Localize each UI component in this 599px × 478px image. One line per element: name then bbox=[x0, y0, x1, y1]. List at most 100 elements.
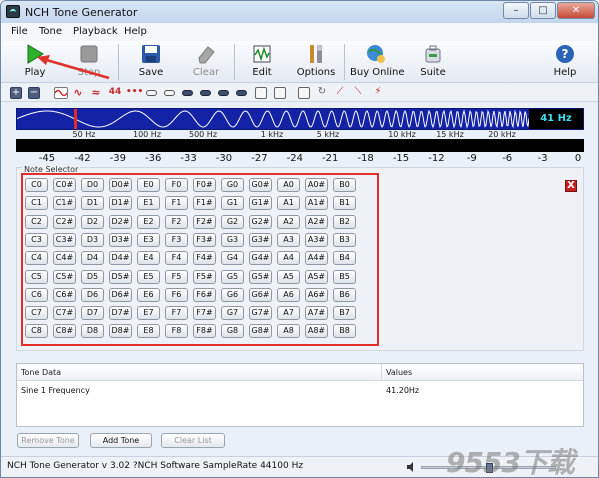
note-button[interactable]: G6 bbox=[221, 287, 244, 302]
tone-pill-icon[interactable] bbox=[182, 90, 193, 96]
note-button[interactable]: B0 bbox=[333, 178, 356, 192]
note-button[interactable]: F7 bbox=[165, 306, 188, 321]
tone-pill-icon[interactable] bbox=[218, 90, 229, 96]
note-button[interactable]: D3# bbox=[109, 232, 132, 247]
zoom-in-button[interactable]: + bbox=[10, 87, 22, 99]
note-button[interactable]: B4 bbox=[333, 251, 356, 266]
note-button[interactable]: G2# bbox=[249, 214, 272, 229]
note-button[interactable]: A2# bbox=[305, 214, 328, 229]
note-button[interactable]: G3# bbox=[249, 232, 272, 247]
note-button[interactable]: E6 bbox=[137, 287, 160, 302]
sweep-custom-icon[interactable]: ⚡ bbox=[372, 87, 384, 99]
minimize-button[interactable]: – bbox=[503, 2, 529, 19]
note-button[interactable]: A0# bbox=[305, 178, 328, 192]
note-button[interactable]: F8 bbox=[165, 324, 188, 339]
frequency-selector[interactable]: 41 Hz bbox=[16, 108, 584, 130]
close-button[interactable]: ✕ bbox=[557, 2, 595, 19]
note-button[interactable]: D3 bbox=[81, 232, 104, 247]
note-button[interactable]: F7# bbox=[193, 306, 216, 321]
frame-icon[interactable] bbox=[274, 87, 286, 99]
note-button[interactable]: F1 bbox=[165, 196, 188, 211]
note-button[interactable]: G0# bbox=[249, 178, 272, 192]
note-button[interactable]: C8 bbox=[25, 324, 48, 339]
note-button[interactable]: G4# bbox=[249, 251, 272, 266]
note-button[interactable]: E5 bbox=[137, 269, 160, 284]
note-button[interactable]: A8# bbox=[305, 324, 328, 339]
note-button[interactable]: G1# bbox=[249, 196, 272, 211]
note-button[interactable]: C2# bbox=[53, 214, 76, 229]
menu-playback[interactable]: Playback bbox=[73, 26, 118, 37]
triangle-wave-icon[interactable]: ≈ bbox=[90, 87, 102, 99]
document-icon[interactable] bbox=[255, 87, 267, 99]
note-button[interactable]: D8# bbox=[109, 324, 132, 339]
note-button[interactable]: A6# bbox=[305, 287, 328, 302]
note-button[interactable]: G2 bbox=[221, 214, 244, 229]
note-button[interactable]: A4 bbox=[277, 251, 300, 266]
note-button[interactable]: A1 bbox=[277, 196, 300, 211]
note-button[interactable]: G8# bbox=[249, 324, 272, 339]
sawtooth-wave-icon[interactable]: 44 bbox=[108, 87, 122, 99]
note-button[interactable]: F0 bbox=[165, 178, 188, 192]
note-button[interactable]: D4 bbox=[81, 251, 104, 266]
note-button[interactable]: D6# bbox=[109, 287, 132, 302]
note-button[interactable]: E8 bbox=[137, 324, 160, 339]
note-button[interactable]: F4 bbox=[165, 251, 188, 266]
note-button[interactable]: F2# bbox=[193, 214, 216, 229]
note-button[interactable]: C6 bbox=[25, 287, 48, 302]
note-button[interactable]: G6# bbox=[249, 287, 272, 302]
note-button[interactable]: G5 bbox=[221, 269, 244, 284]
note-button[interactable]: F0# bbox=[193, 178, 216, 192]
note-button[interactable]: D2 bbox=[81, 214, 104, 229]
zoom-out-button[interactable]: − bbox=[28, 87, 40, 99]
tone-pill-icon[interactable] bbox=[164, 90, 175, 96]
note-button[interactable]: G8 bbox=[221, 324, 244, 339]
note-button[interactable]: C6# bbox=[53, 287, 76, 302]
sweep-icon[interactable]: ⟋ bbox=[334, 87, 346, 99]
note-button[interactable]: E2 bbox=[137, 214, 160, 229]
refresh-icon[interactable]: ↻ bbox=[316, 87, 328, 99]
note-button[interactable]: A2 bbox=[277, 214, 300, 229]
sine-wave-icon[interactable] bbox=[54, 87, 68, 99]
note-button[interactable]: E3 bbox=[137, 232, 160, 247]
note-button[interactable]: A5 bbox=[277, 269, 300, 284]
note-button[interactable]: C3 bbox=[25, 232, 48, 247]
note-button[interactable]: C7# bbox=[53, 306, 76, 321]
note-button[interactable]: G7# bbox=[249, 306, 272, 321]
menu-tone[interactable]: Tone bbox=[39, 26, 62, 37]
menu-file[interactable]: File bbox=[11, 26, 28, 37]
note-button[interactable]: A7 bbox=[277, 306, 300, 321]
note-button[interactable]: A4# bbox=[305, 251, 328, 266]
note-button[interactable]: D7 bbox=[81, 306, 104, 321]
note-button[interactable]: C5 bbox=[25, 269, 48, 284]
column-header-values[interactable]: Values bbox=[382, 364, 583, 381]
note-button[interactable]: A6 bbox=[277, 287, 300, 302]
note-button[interactable]: D4# bbox=[109, 251, 132, 266]
note-button[interactable]: C3# bbox=[53, 232, 76, 247]
tone-pill-icon[interactable] bbox=[200, 90, 211, 96]
note-button[interactable]: C8# bbox=[53, 324, 76, 339]
note-button[interactable]: A5# bbox=[305, 269, 328, 284]
note-button[interactable]: A0 bbox=[277, 178, 300, 192]
sweep-down-icon[interactable]: ⟍ bbox=[352, 87, 364, 99]
note-button[interactable]: F2 bbox=[165, 214, 188, 229]
remove-tone-button[interactable]: Remove Tone bbox=[17, 433, 79, 448]
note-button[interactable]: G3 bbox=[221, 232, 244, 247]
frequency-marker[interactable] bbox=[74, 109, 77, 129]
note-button[interactable]: B6 bbox=[333, 287, 356, 302]
note-button[interactable]: C0 bbox=[25, 178, 48, 192]
add-tone-button[interactable]: Add Tone bbox=[90, 433, 152, 448]
table-cell-value[interactable]: 41.20Hz bbox=[382, 383, 583, 398]
note-button[interactable]: E1 bbox=[137, 196, 160, 211]
note-button[interactable]: A8 bbox=[277, 324, 300, 339]
note-button[interactable]: A3 bbox=[277, 232, 300, 247]
note-button[interactable]: C4 bbox=[25, 251, 48, 266]
note-button[interactable]: F6 bbox=[165, 287, 188, 302]
note-button[interactable]: C2 bbox=[25, 214, 48, 229]
note-button[interactable]: F8# bbox=[193, 324, 216, 339]
menu-help[interactable]: Help bbox=[124, 26, 147, 37]
note-button[interactable]: B2 bbox=[333, 214, 356, 229]
note-button[interactable]: A7# bbox=[305, 306, 328, 321]
column-header-tone-data[interactable]: Tone Data bbox=[17, 364, 381, 381]
note-button[interactable]: A1# bbox=[305, 196, 328, 211]
note-button[interactable]: C1 bbox=[25, 196, 48, 211]
